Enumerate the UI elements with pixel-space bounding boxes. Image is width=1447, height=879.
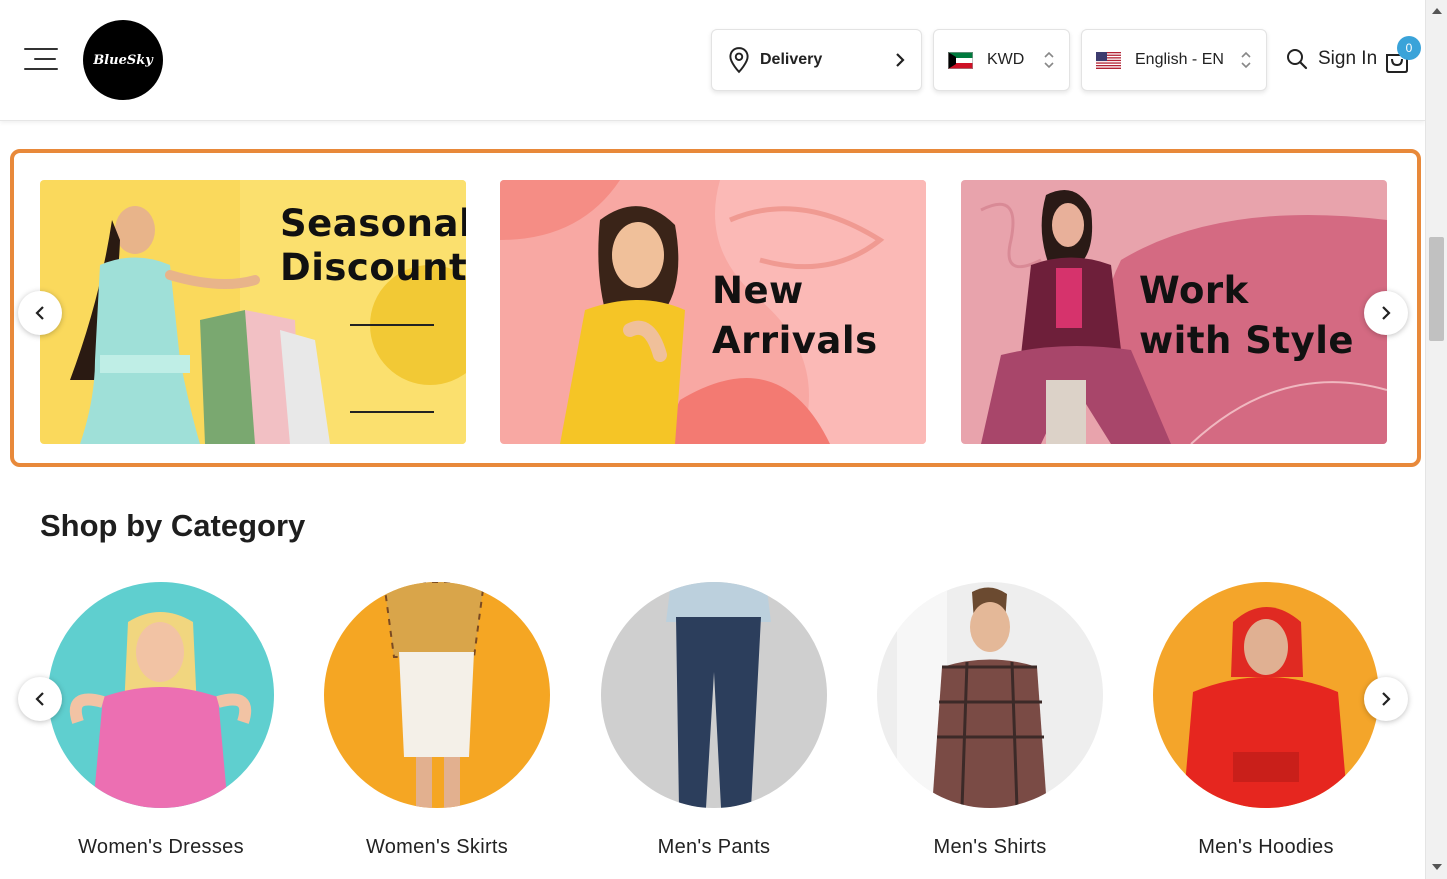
site-logo[interactable]: BlueSky	[83, 20, 163, 100]
search-icon[interactable]	[1286, 48, 1308, 70]
category-label: Men's Pants	[657, 836, 771, 858]
us-flag-icon	[1096, 51, 1121, 69]
category-next-button[interactable]	[1364, 677, 1408, 721]
banner-title-line: Work	[1139, 269, 1249, 312]
banner-title-line: Arrivals	[712, 319, 878, 362]
up-down-icon	[1241, 51, 1251, 69]
section-title: Shop by Category	[40, 508, 306, 543]
category-womens-skirts[interactable]: Women's Skirts	[324, 582, 550, 858]
banner-seasonal-discount[interactable]: Seasonal Discount	[40, 180, 466, 444]
chevron-right-icon	[896, 53, 905, 67]
chevron-left-icon	[35, 692, 44, 706]
currency-selector[interactable]: KWD	[933, 29, 1070, 91]
category-label: Men's Shirts	[933, 836, 1047, 858]
currency-label: KWD	[987, 51, 1025, 68]
language-label: English - EN	[1135, 51, 1224, 68]
language-selector[interactable]: English - EN	[1081, 29, 1267, 91]
delivery-selector[interactable]: Delivery	[711, 29, 922, 91]
category-prev-button[interactable]	[18, 677, 62, 721]
page-scrollbar[interactable]	[1425, 0, 1447, 879]
banner-title: Work with Style	[1139, 266, 1354, 366]
banner-new-arrivals[interactable]: New Arrivals	[500, 180, 926, 444]
delivery-label: Delivery	[760, 51, 823, 68]
category-image	[48, 582, 274, 808]
banner-title-line: with Style	[1139, 319, 1355, 362]
sign-in-link[interactable]: Sign In	[1318, 48, 1377, 70]
scroll-up-arrow[interactable]	[1432, 8, 1442, 14]
category-label: Women's Skirts	[365, 836, 509, 858]
chevron-right-icon	[1382, 692, 1391, 706]
location-pin-icon	[729, 47, 749, 74]
banner-prev-button[interactable]	[18, 291, 62, 335]
category-mens-pants[interactable]: Men's Pants	[601, 582, 827, 858]
banner-title-line: New	[712, 269, 804, 312]
category-label: Women's Dresses	[78, 836, 244, 858]
category-label: Men's Hoodies	[1198, 836, 1334, 858]
banner-title: New Arrivals	[712, 266, 878, 366]
category-womens-dresses[interactable]: Women's Dresses	[48, 582, 274, 858]
category-image	[1153, 582, 1379, 808]
category-mens-shirts[interactable]: Men's Shirts	[877, 582, 1103, 858]
banner-work-with-style[interactable]: Work with Style	[961, 180, 1387, 444]
category-mens-hoodies[interactable]: Men's Hoodies	[1153, 582, 1379, 858]
chevron-right-icon	[1382, 306, 1391, 320]
kuwait-flag-icon	[948, 51, 973, 69]
scroll-down-arrow[interactable]	[1432, 864, 1442, 870]
banner-title: Seasonal Discount	[280, 202, 466, 290]
banner-title-line: Seasonal	[280, 202, 466, 245]
up-down-icon	[1044, 51, 1054, 69]
chevron-left-icon	[35, 306, 44, 320]
menu-icon[interactable]	[24, 46, 60, 74]
banner-next-button[interactable]	[1364, 291, 1408, 335]
cart-count-badge: 0	[1397, 36, 1421, 60]
scroll-thumb[interactable]	[1429, 237, 1444, 341]
category-image	[324, 582, 550, 808]
banner-title-line: Discount	[280, 246, 466, 289]
category-image	[877, 582, 1103, 808]
category-image	[601, 582, 827, 808]
site-header: BlueSky Delivery KWD English - EN Sign I…	[0, 0, 1425, 121]
